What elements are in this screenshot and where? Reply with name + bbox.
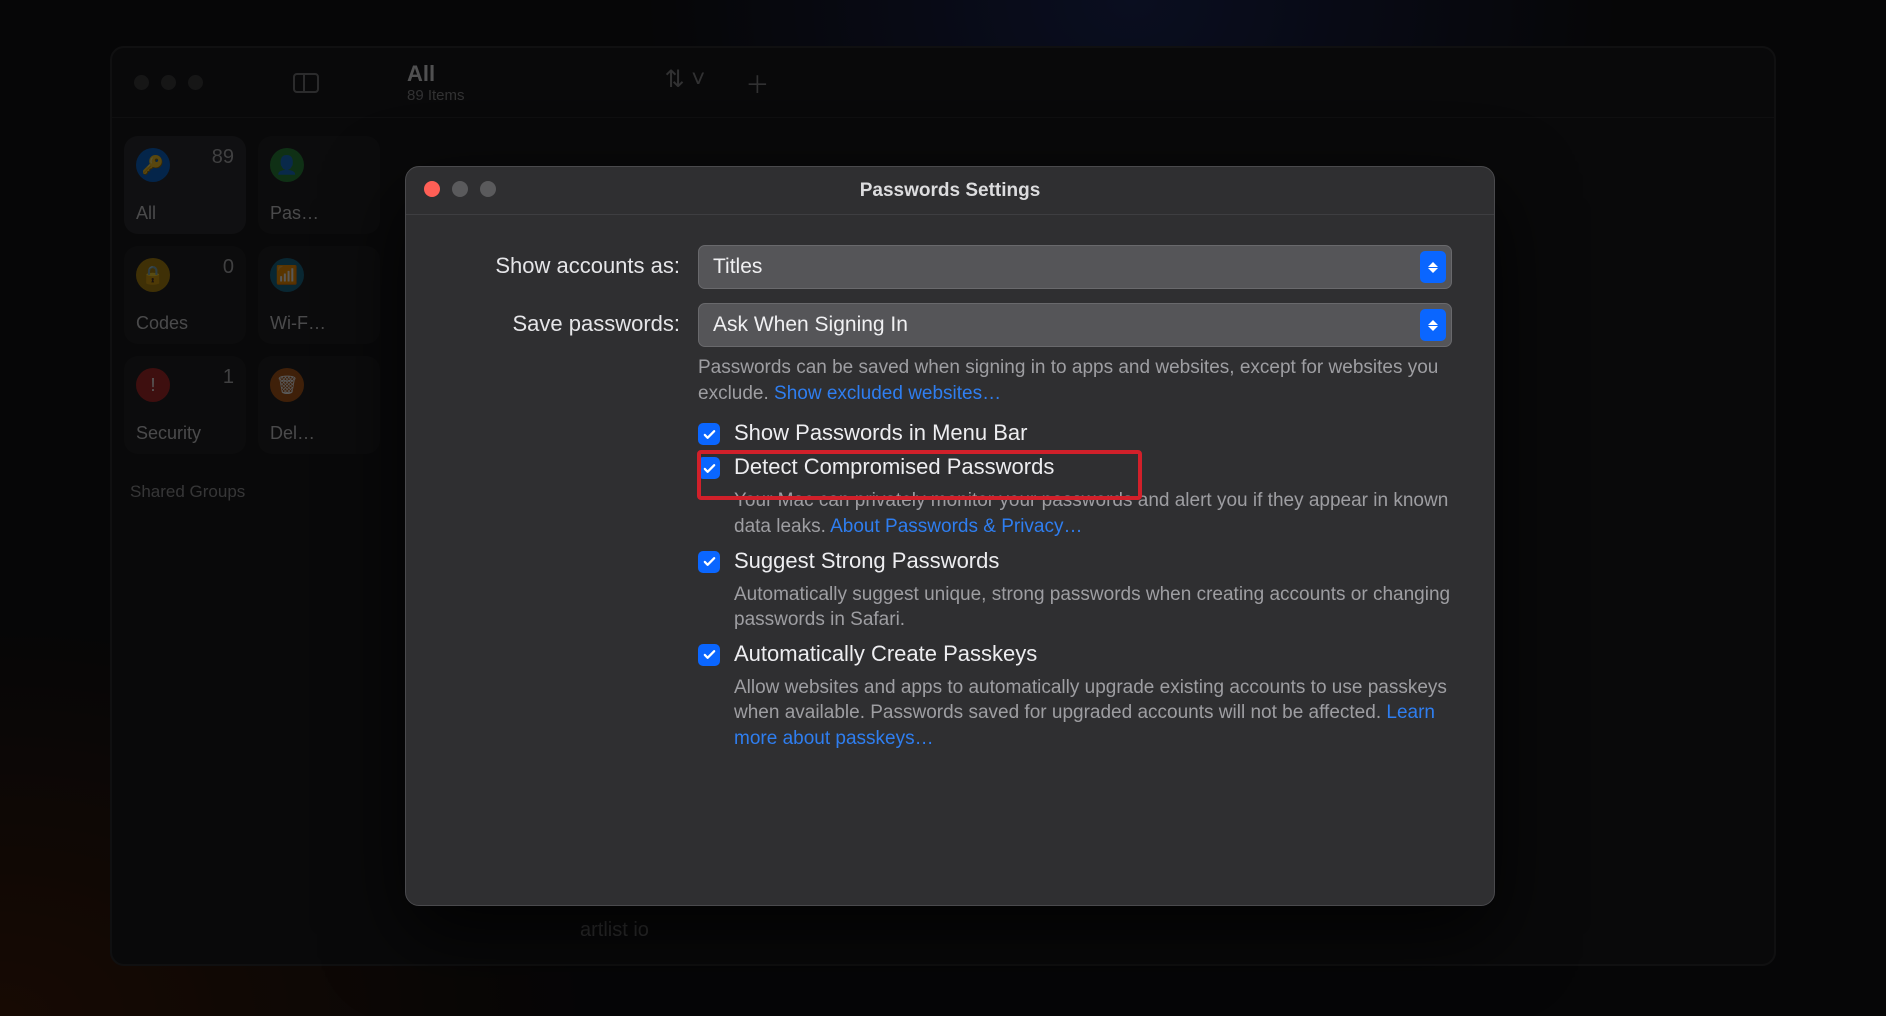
app-traffic-lights[interactable]: [134, 75, 203, 90]
excluded-websites-link[interactable]: Show excluded websites…: [774, 383, 1001, 404]
chevron-updown-icon: [1420, 309, 1446, 341]
trash-icon: 🗑: [270, 368, 304, 402]
dialog-title: Passwords Settings: [860, 180, 1041, 202]
about-privacy-link[interactable]: About Passwords & Privacy…: [830, 516, 1082, 537]
shared-groups-heading: Shared Groups: [130, 482, 380, 502]
show-accounts-value: Titles: [713, 255, 762, 279]
auto-passkeys-checkbox[interactable]: [698, 644, 720, 666]
chevron-updown-icon: [1420, 251, 1446, 283]
dialog-titlebar[interactable]: Passwords Settings: [406, 167, 1494, 215]
save-passwords-select[interactable]: Ask When Signing In: [698, 303, 1452, 347]
sidebar: 89 🔑 All 👤 Pas… 0 🔒 Codes 📶 Wi-F…: [112, 118, 392, 604]
close-icon[interactable]: [134, 75, 149, 90]
sidebar-toggle-icon[interactable]: [293, 73, 319, 93]
sidebar-tile-all[interactable]: 89 🔑 All: [124, 136, 246, 234]
detect-compromised-checkbox[interactable]: [698, 457, 720, 479]
sidebar-tile-wifi[interactable]: 📶 Wi-F…: [258, 246, 380, 344]
auto-passkeys-help: Allow websites and apps to automatically…: [698, 675, 1452, 752]
checkmark-icon: [702, 647, 717, 662]
checkmark-icon: [702, 427, 717, 442]
lock-icon: 🔒: [136, 258, 170, 292]
sort-icon[interactable]: ⇅ ˅: [665, 65, 706, 100]
checkbox-group: Show Passwords in Menu Bar Detect Compro…: [448, 420, 1452, 751]
checkmark-icon: [702, 554, 717, 569]
passwords-settings-dialog: Passwords Settings Show accounts as: Tit…: [405, 166, 1495, 906]
save-passwords-label: Save passwords:: [448, 303, 698, 337]
show-in-menubar-label: Show Passwords in Menu Bar: [734, 420, 1027, 446]
alert-icon: !: [136, 368, 170, 402]
app-titlebar: All 89 Items ⇅ ˅ ＋: [112, 48, 1774, 118]
list-item-fragment: artlist io: [580, 919, 649, 942]
suggest-strong-label: Suggest Strong Passwords: [734, 548, 999, 574]
show-accounts-select[interactable]: Titles: [698, 245, 1452, 289]
person-icon: 👤: [270, 148, 304, 182]
auto-passkeys-label: Automatically Create Passkeys: [734, 641, 1037, 667]
suggest-strong-help: Automatically suggest unique, strong pas…: [698, 582, 1452, 633]
dialog-traffic-lights[interactable]: [424, 181, 496, 197]
key-icon: 🔑: [136, 148, 170, 182]
sidebar-tile-security[interactable]: 1 ! Security: [124, 356, 246, 454]
detect-compromised-help: Your Mac can privately monitor your pass…: [698, 488, 1452, 539]
list-title: All: [407, 61, 465, 87]
sidebar-tile-codes[interactable]: 0 🔒 Codes: [124, 246, 246, 344]
show-in-menubar-checkbox[interactable]: [698, 423, 720, 445]
minimize-icon[interactable]: [161, 75, 176, 90]
suggest-strong-checkbox[interactable]: [698, 551, 720, 573]
zoom-icon[interactable]: [188, 75, 203, 90]
checkmark-icon: [702, 461, 717, 476]
add-icon[interactable]: ＋: [745, 65, 769, 100]
sidebar-tile-passkeys[interactable]: 👤 Pas…: [258, 136, 380, 234]
zoom-icon[interactable]: [480, 181, 496, 197]
close-icon[interactable]: [424, 181, 440, 197]
dialog-body: Show accounts as: Titles Save passwords:…: [406, 215, 1494, 790]
wifi-icon: 📶: [270, 258, 304, 292]
show-accounts-label: Show accounts as:: [448, 245, 698, 279]
sidebar-tile-deleted[interactable]: 🗑 Del…: [258, 356, 380, 454]
save-passwords-help: Passwords can be saved when signing in t…: [698, 355, 1452, 406]
detect-compromised-label: Detect Compromised Passwords: [734, 454, 1054, 480]
save-passwords-value: Ask When Signing In: [713, 313, 908, 337]
minimize-icon[interactable]: [452, 181, 468, 197]
list-subtitle: 89 Items: [407, 87, 465, 104]
